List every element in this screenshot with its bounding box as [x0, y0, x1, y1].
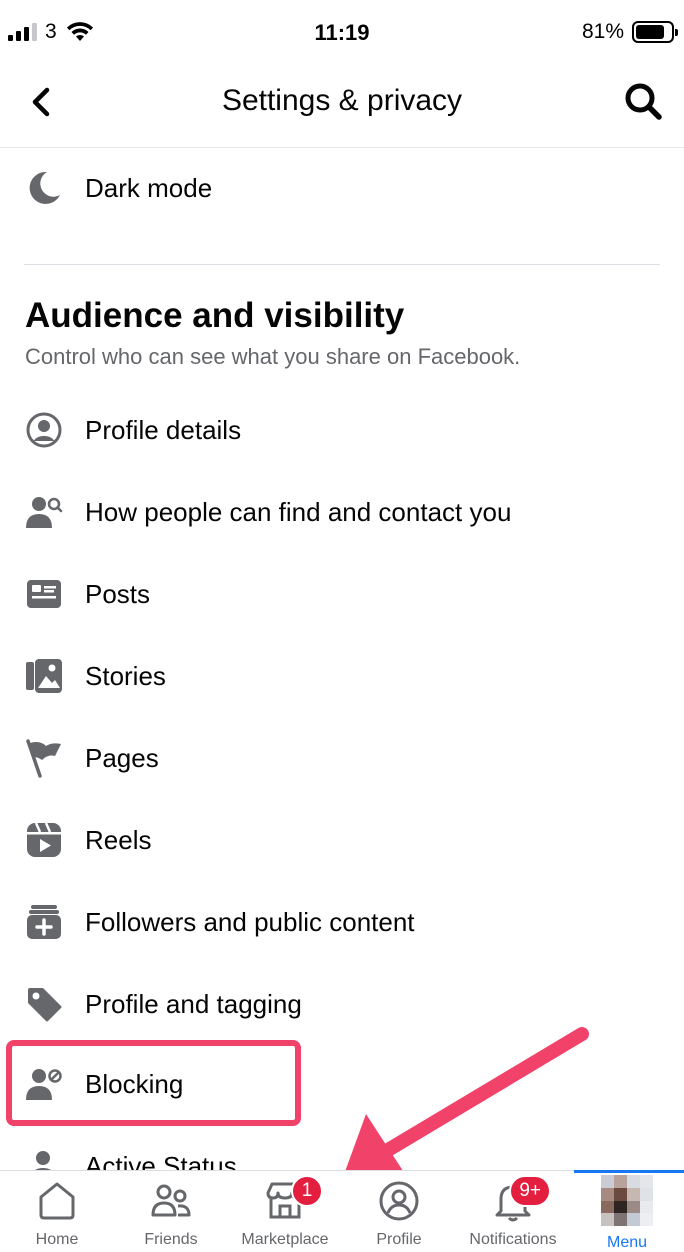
setting-label: Profile details: [85, 414, 242, 445]
moon-icon: [24, 168, 64, 208]
status-bar: 3 11:19 81%: [0, 0, 684, 64]
setting-label: Posts: [85, 578, 151, 609]
tab-label: Home: [35, 1231, 79, 1248]
friends-icon: [149, 1179, 193, 1223]
person-search-icon: [24, 492, 64, 532]
tab-label: Menu: [606, 1234, 648, 1251]
tab-menu[interactable]: Menu: [570, 1170, 684, 1252]
tab-notifications[interactable]: 9+ Notifications: [456, 1171, 570, 1252]
profile-icon: [377, 1179, 421, 1223]
flag-icon: [24, 738, 64, 778]
annotation-highlight-box: [6, 1040, 301, 1126]
tab-friends[interactable]: Friends: [114, 1171, 228, 1252]
battery-percent: 81%: [581, 20, 624, 43]
setting-label: How people can find and contact you: [85, 496, 512, 527]
annotation-arrow-icon: [345, 1027, 589, 1170]
setting-label: Stories: [85, 660, 166, 691]
followers-icon: [24, 902, 64, 942]
bottom-tab-bar: Home Friends 1 Marketplace Profile 9+ No…: [0, 1170, 684, 1252]
search-icon: [625, 83, 662, 120]
setting-label: Dark mode: [85, 172, 213, 203]
stories-icon: [24, 656, 64, 696]
bell-icon: 9+: [491, 1175, 551, 1223]
tab-label: Notifications: [469, 1231, 557, 1248]
setting-pages[interactable]: Pages: [24, 728, 660, 788]
tab-marketplace[interactable]: 1 Marketplace: [228, 1171, 342, 1252]
setting-profile-details[interactable]: Profile details: [24, 400, 660, 460]
settings-list: Dark mode Audience and visibility Contro…: [0, 148, 684, 1170]
tab-label: Marketplace: [241, 1231, 329, 1248]
battery-fill: [636, 25, 664, 39]
person-icon: [24, 1146, 64, 1170]
setting-label: Followers and public content: [85, 906, 415, 937]
setting-posts[interactable]: Posts: [24, 564, 660, 624]
header: Settings & privacy: [0, 64, 684, 148]
tag-icon: [24, 984, 64, 1024]
tab-profile[interactable]: Profile: [342, 1171, 456, 1252]
battery-icon: [632, 21, 678, 43]
setting-label: Active Status: [85, 1150, 237, 1171]
tab-label: Friends: [144, 1231, 198, 1248]
section-title: Audience and visibility: [25, 296, 405, 335]
setting-label: Pages: [85, 742, 159, 773]
section-subtitle: Control who can see what you share on Fa…: [25, 344, 521, 369]
setting-stories[interactable]: Stories: [24, 646, 660, 706]
setting-reels[interactable]: Reels: [24, 810, 660, 870]
page-title: Settings & privacy: [221, 84, 463, 117]
posts-icon: [24, 574, 64, 614]
marketplace-badge: 1: [291, 1175, 323, 1207]
home-icon: [35, 1179, 79, 1223]
tab-home[interactable]: Home: [0, 1171, 114, 1252]
avatar: [601, 1175, 653, 1226]
setting-dark-mode[interactable]: Dark mode: [24, 158, 660, 218]
profile-circle-icon: [24, 410, 64, 450]
setting-followers[interactable]: Followers and public content: [24, 892, 660, 952]
notifications-badge: 9+: [509, 1175, 551, 1207]
status-right: 81%: [581, 20, 678, 44]
setting-label: Reels: [85, 824, 152, 855]
marketplace-icon: 1: [263, 1175, 323, 1223]
reels-icon: [24, 820, 64, 860]
setting-label: Profile and tagging: [85, 988, 302, 1019]
setting-find-contact[interactable]: How people can find and contact you: [24, 482, 660, 542]
search-button[interactable]: [622, 80, 666, 124]
divider: [24, 264, 660, 265]
tab-label: Profile: [376, 1231, 422, 1248]
